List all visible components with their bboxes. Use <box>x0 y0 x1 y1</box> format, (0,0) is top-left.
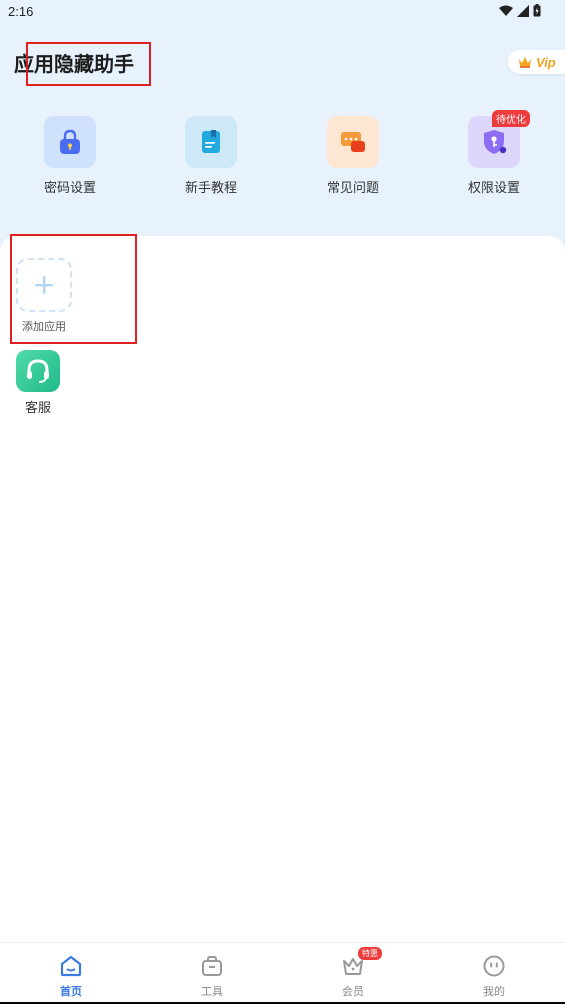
nav-member[interactable]: 特惠 会员 <box>318 947 388 1001</box>
nav-icon-wrap <box>58 953 84 979</box>
feature-row: 密码设置 新手教程 常见问题 待优化 权限设置 <box>0 110 565 196</box>
chat-bubble-icon <box>341 132 365 152</box>
nav-label: 首页 <box>60 985 82 998</box>
vip-label: Vip <box>536 54 556 70</box>
status-bar: 2:16 <box>0 0 565 24</box>
feature-icon-box <box>44 116 96 168</box>
nav-label: 工具 <box>201 985 223 998</box>
vip-button[interactable]: Vip <box>508 50 565 74</box>
feature-icon-box <box>185 116 237 168</box>
title-highlight-box <box>26 42 151 86</box>
feature-label: 新手教程 <box>184 181 237 196</box>
crown-icon <box>519 57 531 68</box>
face-icon <box>483 955 505 977</box>
signal-icon <box>517 4 529 17</box>
service-icon-box <box>16 350 60 392</box>
bottom-nav: 首页 工具 特惠 会员 我的 <box>0 942 565 1004</box>
nav-icon-wrap <box>481 953 507 979</box>
status-icons <box>499 4 541 17</box>
feature-faq[interactable]: 常见问题 <box>308 116 398 196</box>
nav-label: 我的 <box>483 985 505 998</box>
lock-icon <box>60 129 80 154</box>
feature-label: 常见问题 <box>326 181 379 196</box>
headset-icon <box>27 359 49 383</box>
app-item-customer-service[interactable]: 客服 <box>14 350 62 416</box>
home-icon <box>60 955 82 977</box>
feature-tutorial[interactable]: 新手教程 <box>166 116 256 196</box>
nav-profile[interactable]: 我的 <box>459 953 529 1001</box>
feature-badge: 待优化 <box>492 110 530 127</box>
status-time: 2:16 <box>8 4 34 19</box>
nav-badge: 特惠 <box>358 947 382 960</box>
nav-home[interactable]: 首页 <box>36 953 106 1001</box>
nav-icon-wrap: 特惠 <box>340 947 382 979</box>
toolbox-icon <box>202 956 222 976</box>
shield-key-icon <box>484 130 507 154</box>
feature-icon-box <box>327 116 379 168</box>
feature-icon-box: 待优化 <box>468 110 530 168</box>
nav-icon-wrap <box>199 953 225 979</box>
wifi-icon <box>499 5 513 16</box>
feature-label: 密码设置 <box>43 181 96 196</box>
app-item-label: 客服 <box>24 401 51 416</box>
nav-label: 会员 <box>342 985 364 998</box>
nav-tools[interactable]: 工具 <box>177 953 247 1001</box>
feature-label: 权限设置 <box>467 181 520 196</box>
feature-permissions[interactable]: 待优化 权限设置 <box>449 110 539 196</box>
add-app-highlight-box <box>10 234 137 344</box>
battery-icon <box>533 4 541 17</box>
feature-password-settings[interactable]: 密码设置 <box>25 116 115 196</box>
book-icon <box>202 130 220 153</box>
